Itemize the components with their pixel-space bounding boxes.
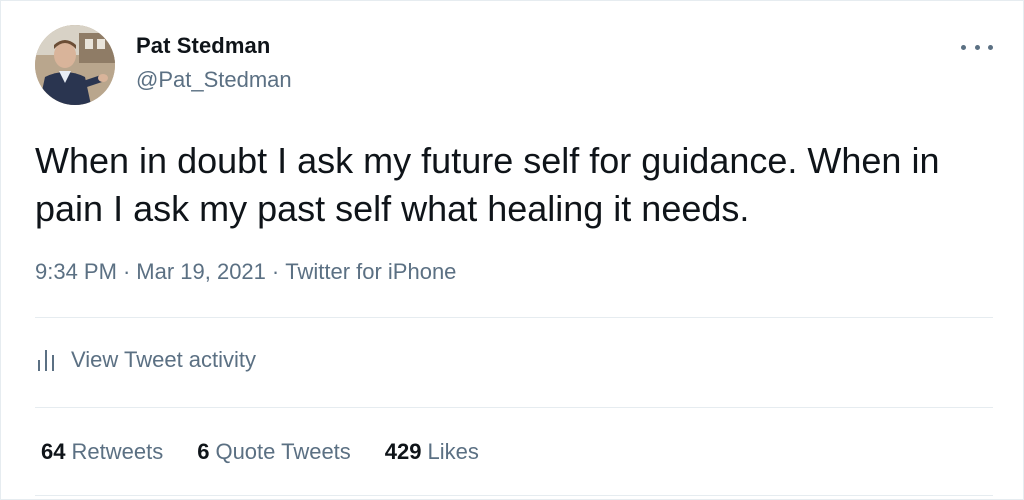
quote-tweets-label: Quote Tweets [215,439,351,464]
engagement-stats: 64 Retweets 6 Quote Tweets 429 Likes [41,439,513,465]
separator: · [271,259,280,284]
quote-tweets-stat[interactable]: 6 Quote Tweets [197,439,351,465]
avatar-image [35,25,115,105]
view-activity-link[interactable]: View Tweet activity [35,347,256,373]
retweets-stat[interactable]: 64 Retweets [41,439,163,465]
tweet-meta: 9:34 PM · Mar 19, 2021 · Twitter for iPhone [35,259,456,285]
dot [988,44,993,50]
tweet-source[interactable]: Twitter for iPhone [285,259,456,284]
bar-chart-icon [38,350,54,371]
divider [35,317,993,318]
retweets-count: 64 [41,439,66,464]
divider [35,407,993,408]
tweet-time[interactable]: 9:34 PM [35,259,117,284]
quote-tweets-count: 6 [197,439,210,464]
user-handle[interactable]: @Pat_Stedman [136,67,292,93]
display-name[interactable]: Pat Stedman [136,33,270,59]
more-options-icon[interactable] [961,37,993,57]
tweet-date[interactable]: Mar 19, 2021 [136,259,266,284]
avatar[interactable] [35,25,115,105]
separator: · [122,259,131,284]
divider [35,495,993,496]
likes-label: Likes [427,439,479,464]
tweet-text: When in doubt I ask my future self for g… [35,140,940,229]
dot [961,44,966,50]
dot [974,44,980,50]
likes-stat[interactable]: 429 Likes [385,439,479,465]
view-activity-label: View Tweet activity [71,347,257,372]
tweet-card: Pat Stedman @Pat_Stedman When in doubt I… [0,0,1024,500]
likes-count: 429 [384,439,422,464]
retweets-label: Retweets [71,439,164,464]
